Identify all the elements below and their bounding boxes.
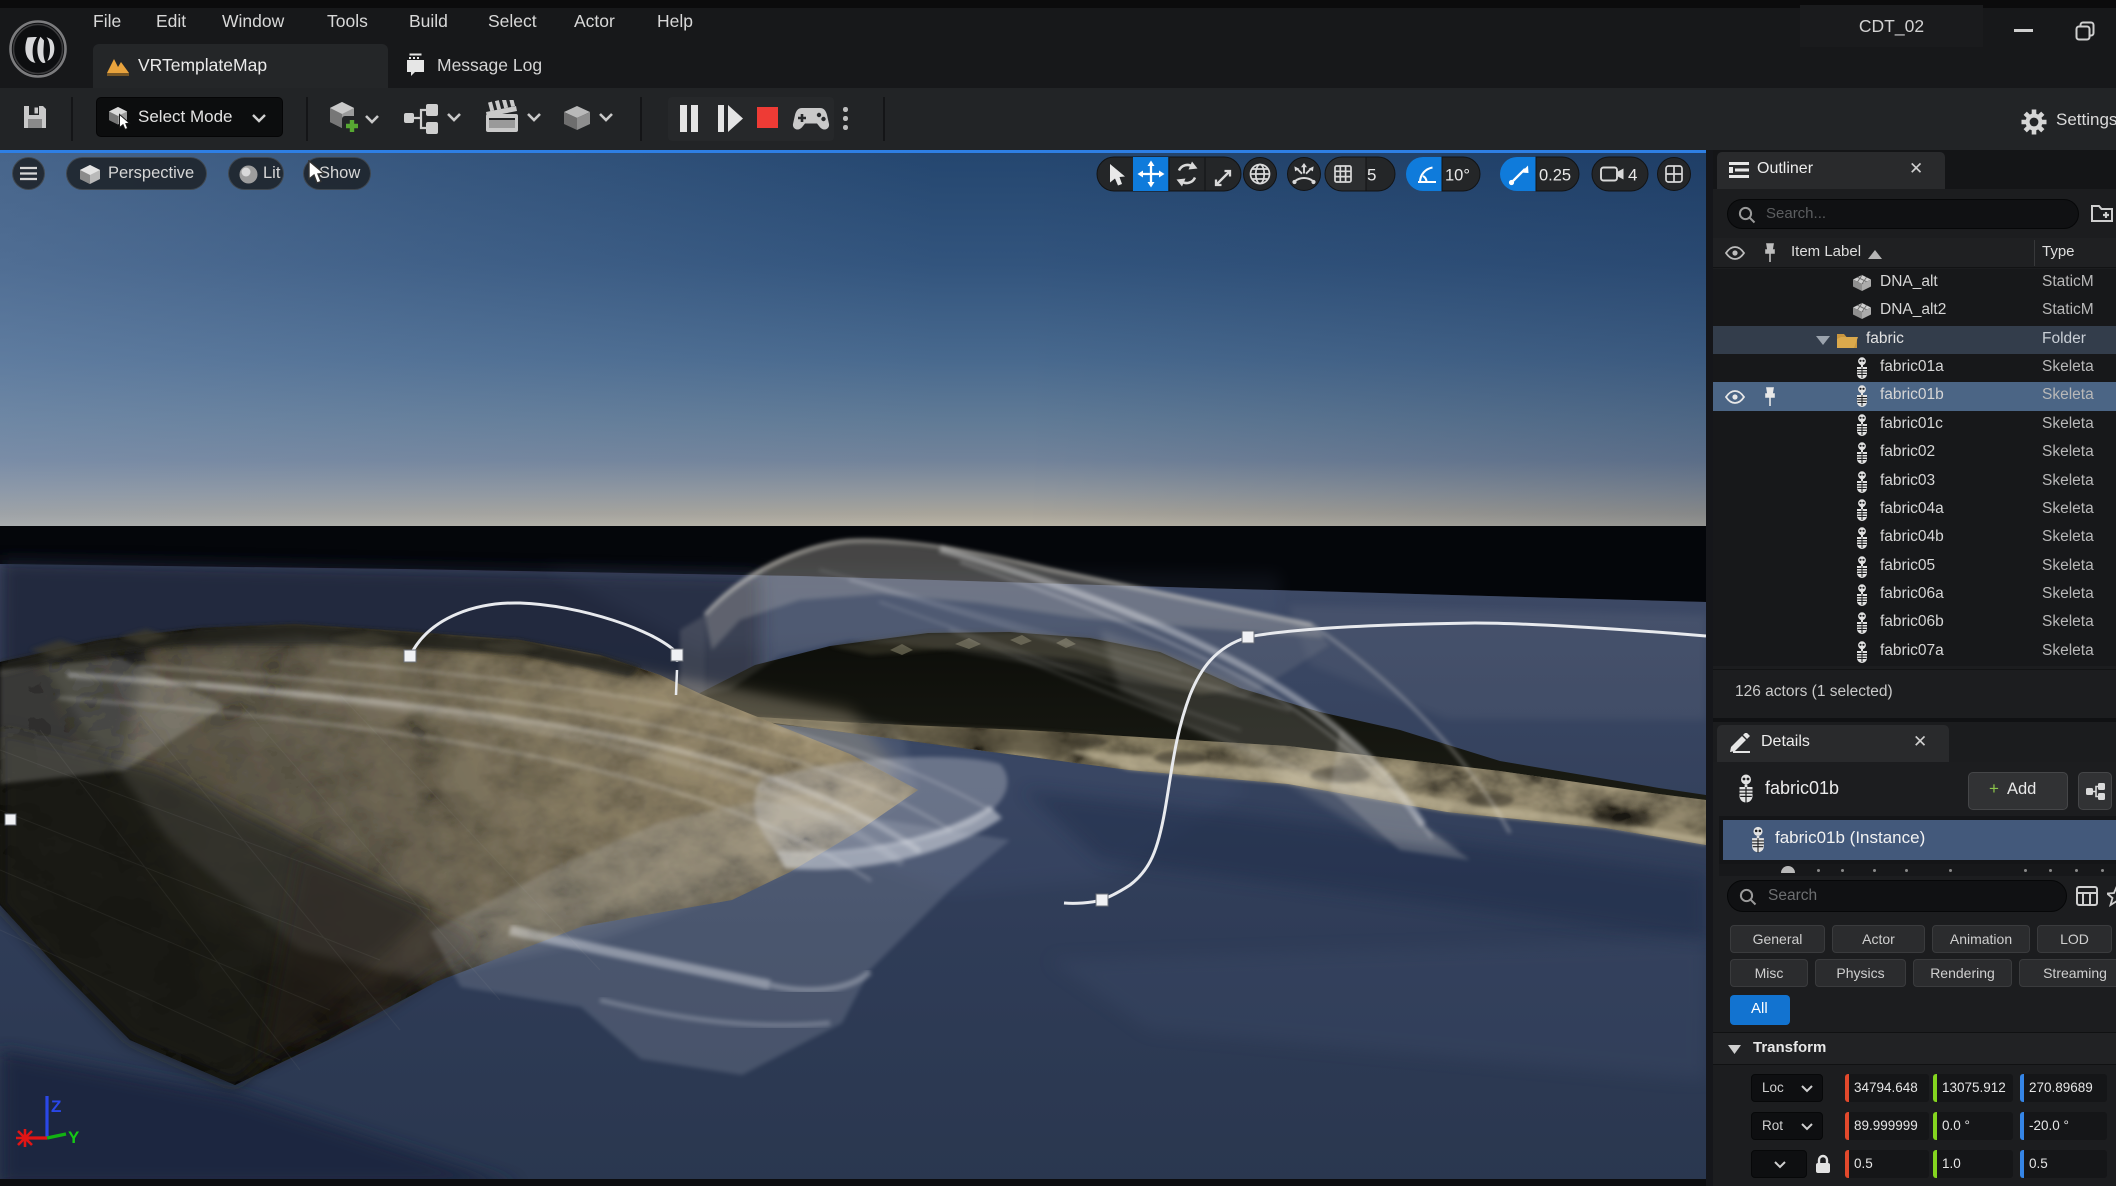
svg-text:5: 5 [1367,166,1376,185]
svg-text:0.25: 0.25 [1539,167,1571,185]
svg-text:4: 4 [1628,166,1637,185]
svg-text:Z: Z [51,1097,61,1116]
svg-text:Y: Y [68,1128,80,1147]
svg-text:10°: 10° [1445,167,1470,185]
